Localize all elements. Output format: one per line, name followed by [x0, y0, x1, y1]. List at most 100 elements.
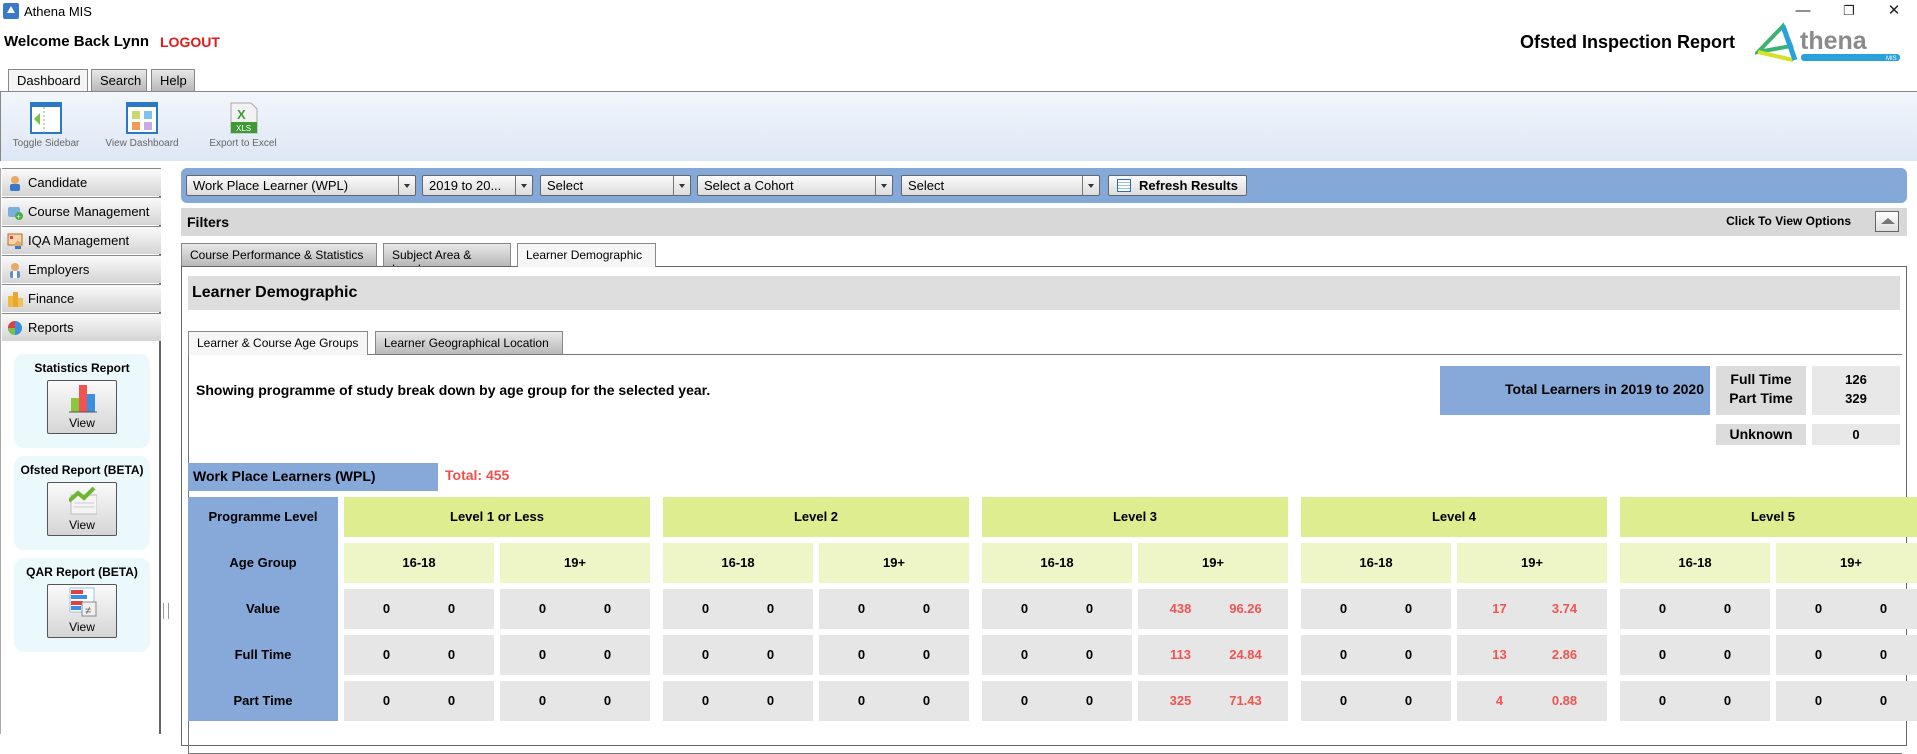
- filters-bar: Filters Click To View Options: [181, 208, 1907, 236]
- refresh-results-button[interactable]: Refresh Results: [1108, 175, 1247, 196]
- svg-text:X: X: [237, 107, 246, 122]
- chevron-down-icon: [673, 176, 690, 195]
- cohort-select[interactable]: Select a Cohort: [697, 175, 893, 196]
- sidebar: Candidate + Course Management IQA Manage…: [0, 168, 161, 734]
- sidebar-item-iqa-management[interactable]: IQA Management: [2, 226, 161, 254]
- view-dashboard-button[interactable]: View Dashboard: [92, 100, 192, 149]
- tab-dashboard[interactable]: Dashboard: [8, 69, 88, 92]
- table-cell-value: 0: [1658, 601, 1667, 616]
- subtab-geographical-location[interactable]: Learner Geographical Location: [375, 331, 563, 354]
- filter-bar: Work Place Learner (WPL) 2019 to 20... S…: [181, 168, 1907, 203]
- panel-title: Learner Demographic: [188, 276, 1900, 310]
- sidebar-item-label: Reports: [28, 320, 74, 335]
- table-cell-part-time: 0: [701, 693, 710, 708]
- table-cell-full-time: 0: [1658, 647, 1667, 662]
- app-icon: [3, 3, 19, 19]
- svg-text:+: +: [17, 214, 21, 220]
- table-cell-full-time: 113: [1170, 647, 1191, 662]
- filters-label: Filters: [187, 214, 230, 230]
- minimize-button[interactable]: —: [1780, 0, 1826, 22]
- level-header: Level 5: [1620, 497, 1917, 537]
- age-group-header: 16-18: [344, 543, 494, 583]
- grid-icon: [1117, 179, 1131, 192]
- svg-text:XLS: XLS: [236, 124, 251, 133]
- tab-learner-demographic[interactable]: Learner Demographic: [517, 243, 656, 267]
- sidebar-item-reports[interactable]: Reports: [2, 313, 161, 341]
- filter-select-1[interactable]: Select: [540, 175, 691, 196]
- table-cell-value: 438: [1169, 601, 1192, 616]
- restore-button[interactable]: ❐: [1826, 0, 1872, 22]
- sidebar-item-label: IQA Management: [28, 233, 130, 248]
- sidebar-item-label: Course Management: [28, 204, 150, 219]
- table-cell-full-time: 24.84: [1229, 647, 1262, 662]
- sidebar-item-finance[interactable]: Finance: [2, 284, 161, 312]
- statistics-report-card: Statistics Report View: [14, 354, 150, 448]
- table-cell-full-time: 2.86: [1551, 647, 1578, 662]
- table-cell-part-time: 0: [1723, 693, 1732, 708]
- table-cell-full-time: 0: [1814, 647, 1823, 662]
- tab-subject-area[interactable]: Subject Area & Level: [383, 243, 511, 276]
- sidebar-splitter[interactable]: [163, 603, 169, 619]
- learner-type-select[interactable]: Work Place Learner (WPL): [186, 175, 416, 196]
- year-select[interactable]: 2019 to 20...: [422, 175, 533, 196]
- table-cell-part-time: 0: [1085, 693, 1094, 708]
- group-total: Total: 455: [445, 467, 510, 483]
- toggle-sidebar-label: Toggle Sidebar: [12, 138, 80, 149]
- table-cell-full-time: 0: [603, 647, 612, 662]
- table-cell-part-time: 325: [1169, 693, 1192, 708]
- level-header: Level 4: [1301, 497, 1607, 537]
- table-cell-full-time: 0: [1723, 647, 1732, 662]
- table-cell-full-time: 0: [1020, 647, 1029, 662]
- table-cell-part-time: 0: [1020, 693, 1029, 708]
- table-cell-full-time: 0: [1085, 647, 1094, 662]
- course-icon: +: [7, 204, 23, 221]
- row-header-label: Full Time: [234, 647, 292, 662]
- age-group-header: 19+: [500, 543, 650, 583]
- table-cell-value: 0: [538, 601, 547, 616]
- logo-text: thena: [1800, 27, 1868, 55]
- row-header-label: Age Group: [229, 555, 297, 570]
- statistics-view-button[interactable]: View: [47, 380, 117, 434]
- age-group-header: 19+: [1457, 543, 1607, 583]
- table-cell-part-time: 0: [603, 693, 612, 708]
- sidebar-item-course-management[interactable]: + Course Management: [2, 197, 161, 225]
- tab-course-performance[interactable]: Course Performance & Statistics: [181, 243, 377, 266]
- export-excel-button[interactable]: X XLS Export to Excel: [193, 100, 293, 149]
- table-cell-part-time: 0: [857, 693, 866, 708]
- table-cell-value: 0: [922, 601, 931, 616]
- toggle-sidebar-button[interactable]: Toggle Sidebar: [0, 100, 96, 149]
- chevron-down-icon: [875, 176, 892, 195]
- iqa-icon: [7, 233, 23, 249]
- toggle-sidebar-icon: [30, 102, 62, 134]
- chevron-down-icon: [398, 176, 415, 195]
- tab-help[interactable]: Help: [151, 69, 195, 91]
- chevron-down-icon: [515, 176, 532, 195]
- description-text: Showing programme of study break down by…: [196, 382, 711, 398]
- filter-select-2[interactable]: Select: [901, 175, 1100, 196]
- table-cell-value: 0: [1404, 601, 1413, 616]
- age-group-header: 16-18: [1301, 543, 1451, 583]
- sidebar-item-candidate[interactable]: Candidate: [2, 168, 161, 196]
- window-title: Athena MIS: [24, 4, 92, 19]
- ofsted-view-button[interactable]: View: [47, 482, 117, 536]
- table-cell-value: 0: [857, 601, 866, 616]
- tab-search[interactable]: Search: [91, 69, 147, 91]
- subtab-age-groups[interactable]: Learner & Course Age Groups: [188, 331, 368, 355]
- logout-link[interactable]: LOGOUT: [160, 34, 220, 50]
- qar-view-button[interactable]: ≠ View: [47, 584, 117, 638]
- table-cell-value: 0: [1879, 601, 1888, 616]
- ft-pt-values: 126 329: [1812, 366, 1900, 415]
- view-options-label[interactable]: Click To View Options: [1726, 214, 1851, 228]
- expand-options-button[interactable]: [1875, 211, 1899, 232]
- bar-chart-icon: [69, 383, 97, 413]
- age-group-header: 19+: [1138, 543, 1288, 583]
- age-group-header: 19+: [1776, 543, 1917, 583]
- table-cell-value: 96.26: [1229, 601, 1262, 616]
- table-cell-value: 0: [603, 601, 612, 616]
- sidebar-item-employers[interactable]: Employers: [2, 255, 161, 283]
- close-button[interactable]: ✕: [1871, 0, 1917, 22]
- age-group-header: 16-18: [1620, 543, 1770, 583]
- report-title: Ofsted Inspection Report: [1520, 32, 1736, 52]
- view-dashboard-label: View Dashboard: [105, 138, 179, 149]
- table-cell-value: 0: [1339, 601, 1348, 616]
